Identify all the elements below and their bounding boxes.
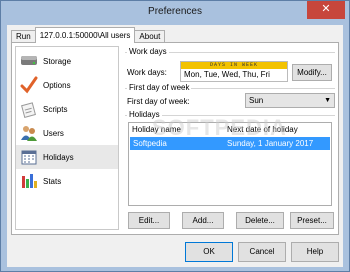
title-bar: Preferences [1,1,349,23]
stats-icon [20,172,38,190]
sidebar-item-label: Users [43,128,64,138]
group-title: First day of week [127,83,192,92]
sidebar-item-scripts[interactable]: Scripts [16,97,118,121]
storage-icon [20,52,38,70]
holiday-name-cell: Softpedia [133,139,167,148]
days-in-week-banner: DAYS IN WEEK [181,62,287,69]
tab-panel: Storage Options Scripts Users Holidays S… [11,42,339,235]
chevron-down-icon: ▼ [324,97,331,104]
list-header: Holiday name Next date of holiday [129,123,331,137]
edit-button[interactable]: Edit... [128,212,170,229]
holiday-date-cell: Sunday, 1 January 2017 [227,139,314,148]
sidebar-item-options[interactable]: Options [16,73,118,97]
sidebar-item-stats[interactable]: Stats [16,169,118,193]
sidebar-item-label: Scripts [43,104,68,114]
modify-button[interactable]: Modify... [292,64,332,81]
cancel-button[interactable]: Cancel [238,242,286,262]
holidays-list[interactable]: Holiday name Next date of holiday Softpe… [128,122,332,206]
work-days-value: Mon, Tue, Wed, Thu, Fri [184,70,270,79]
sidebar-item-label: Storage [43,56,72,66]
holidays-settings: Work days Work days: DAYS IN WEEK Mon, T… [125,46,335,231]
delete-button[interactable]: Delete... [236,212,284,229]
tab-server-all-users[interactable]: 127.0.0.1:50000\All users [34,27,136,43]
sidebar-item-storage[interactable]: Storage [16,49,118,73]
scripts-icon [20,100,38,118]
help-button[interactable]: Help [291,242,339,262]
preferences-window: Preferences ✕ Run 127.0.0.1:50000\All us… [0,0,350,272]
work-days-label: Work days: [127,68,167,77]
column-header-name[interactable]: Holiday name [132,123,227,137]
sidebar-item-label: Options [43,80,71,90]
first-day-select[interactable]: Sun ▼ [245,93,335,108]
sidebar-item-holidays[interactable]: Holidays [16,145,118,169]
add-button[interactable]: Add... [182,212,224,229]
window-title: Preferences [148,6,202,17]
calendar-icon [20,148,38,166]
ok-button[interactable]: OK [185,242,233,262]
sidebar-item-label: Stats [43,176,62,186]
group-title: Holidays [127,110,162,119]
users-icon [20,124,38,142]
group-title: Work days [127,47,169,56]
close-button[interactable]: ✕ [307,1,345,19]
work-days-group: Work days Work days: DAYS IN WEEK Mon, T… [125,47,335,82]
category-sidebar: Storage Options Scripts Users Holidays S… [15,46,119,230]
sidebar-item-label: Holidays [43,152,74,162]
first-day-value: Sun [249,96,264,105]
preset-button[interactable]: Preset... [290,212,334,229]
close-icon: ✕ [321,3,331,15]
sidebar-item-users[interactable]: Users [16,121,118,145]
work-days-display: DAYS IN WEEK Mon, Tue, Wed, Thu, Fri [180,61,288,82]
table-row[interactable]: Softpedia Sunday, 1 January 2017 [130,137,330,150]
checkmark-icon [20,76,38,94]
column-header-date[interactable]: Next date of holiday [227,123,331,137]
tab-bar: Run 127.0.0.1:50000\All users About [11,27,166,43]
dialog-client: Run 127.0.0.1:50000\All users About Stor… [7,25,343,267]
first-day-label: First day of week: [127,97,190,106]
